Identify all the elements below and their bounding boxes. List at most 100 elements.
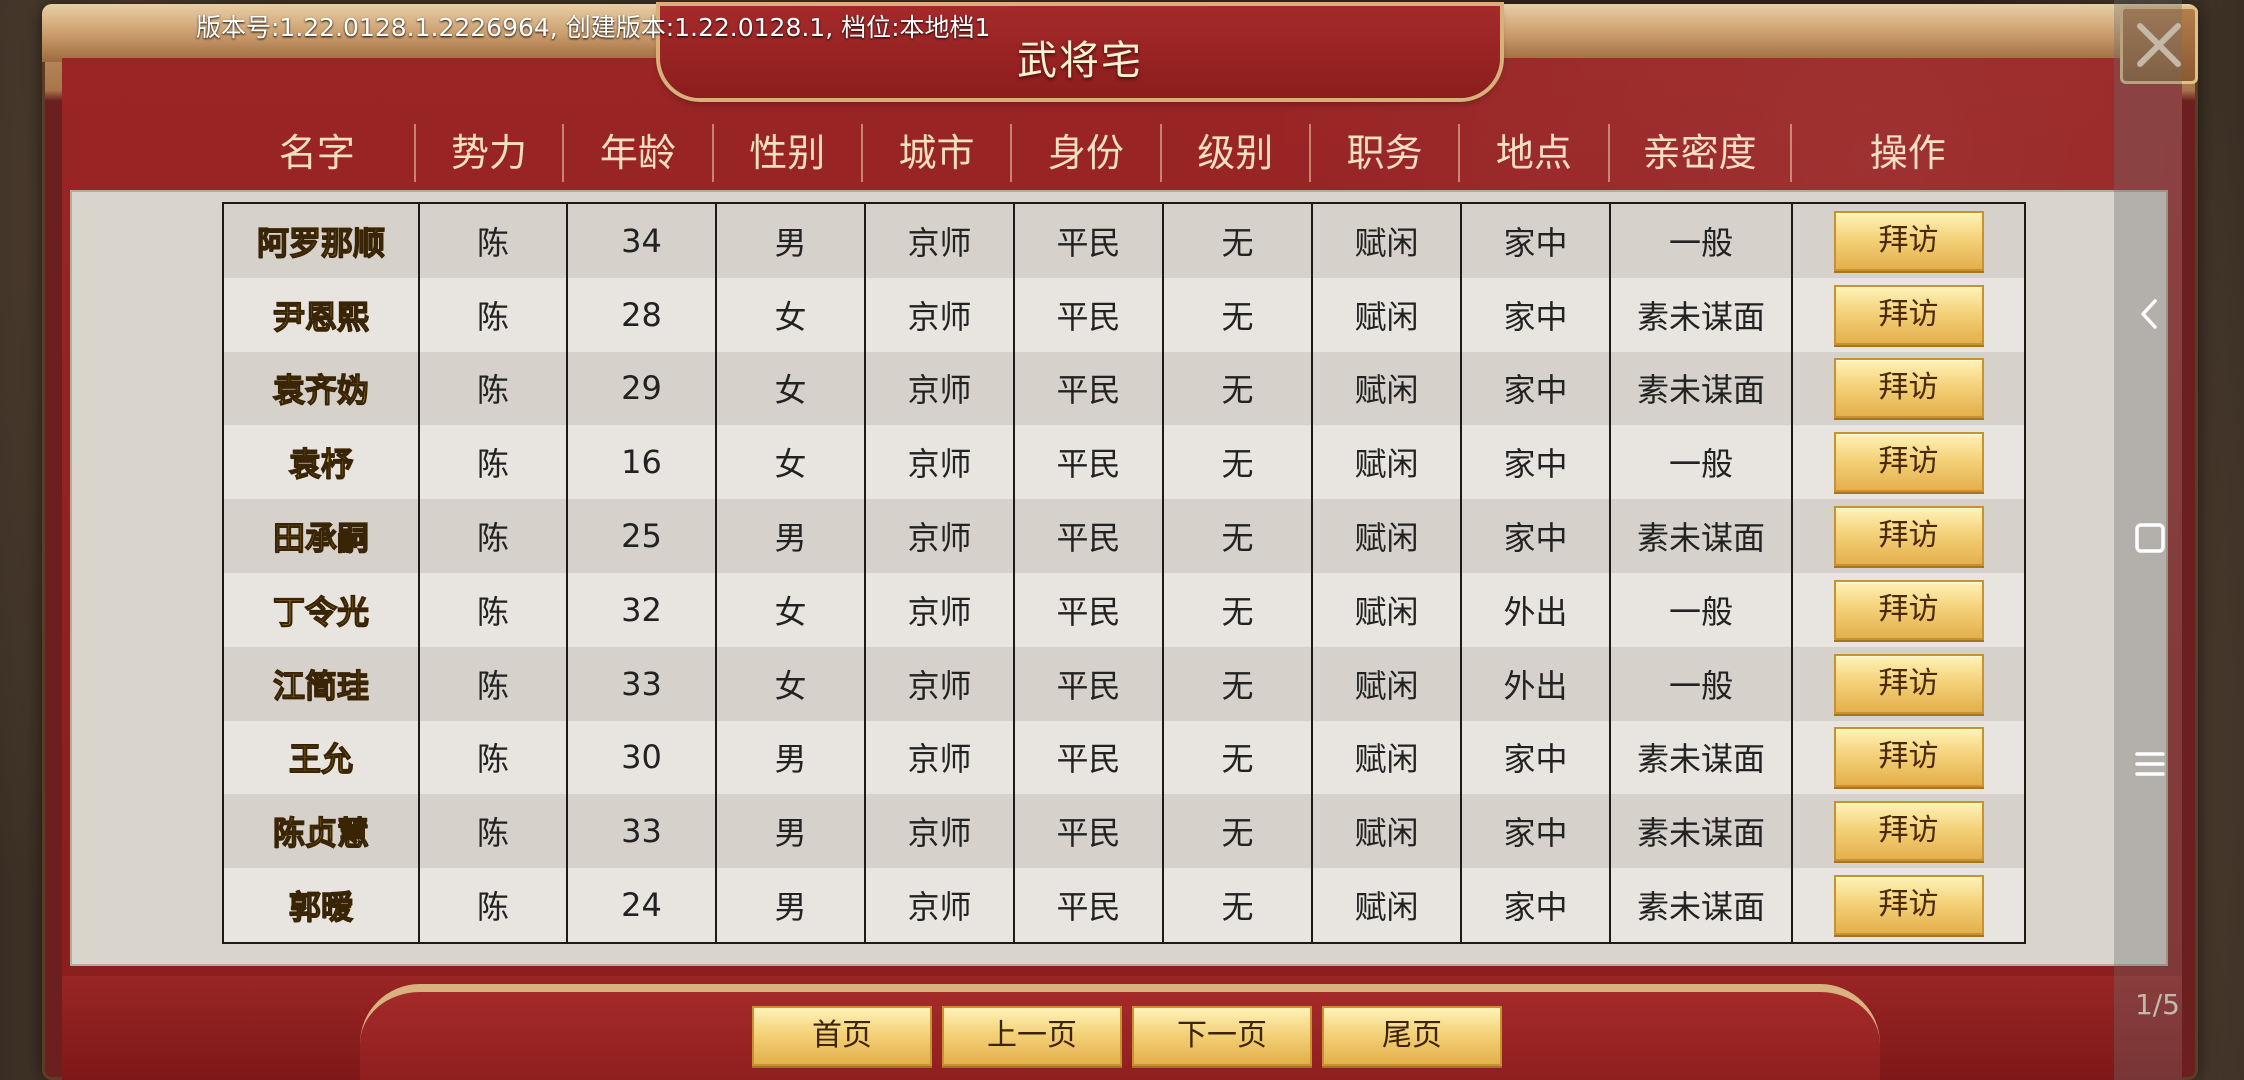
cell-location: 家中: [1460, 794, 1611, 869]
visit-button[interactable]: 拜访: [1833, 210, 1984, 271]
cell-faction: 陈: [418, 203, 568, 278]
cell-intimacy: 一般: [1609, 646, 1793, 721]
general-name: 丁令光: [272, 592, 369, 631]
last-page-button[interactable]: 尾页: [1322, 1006, 1502, 1066]
first-page-button[interactable]: 首页: [752, 1006, 932, 1066]
cell-gender: 男: [715, 794, 866, 869]
cell-faction: 陈: [418, 720, 568, 795]
next-page-button[interactable]: 下一页: [1132, 1006, 1312, 1066]
cell-age: 33: [566, 646, 717, 721]
table-row: 郭暧 陈 24 男京师 平民无赋闲 家中 素未谋面 拜访: [222, 868, 2026, 943]
cell-name: 尹恩熙: [222, 277, 420, 352]
cell-action: 拜访: [1791, 277, 2026, 352]
cell-gender: 女: [715, 425, 866, 500]
visit-button[interactable]: 拜访: [1833, 284, 1984, 345]
cell-intimacy: 素未谋面: [1609, 351, 1793, 426]
visit-button[interactable]: 拜访: [1833, 653, 1984, 714]
column-header-name: 名字: [220, 124, 416, 182]
square-icon: [2135, 523, 2165, 553]
table-row: 丁令光 陈 32 女京师 平民无赋闲 外出 一般 拜访: [222, 572, 2026, 647]
column-header-rank: 级别: [1162, 124, 1311, 182]
cell-gender: 女: [715, 646, 866, 721]
column-header-age: 年龄: [564, 124, 714, 182]
cell-rank: 无: [1162, 646, 1313, 721]
cell-city: 京师: [864, 425, 1015, 500]
column-header-job: 职务: [1311, 124, 1461, 182]
general-name: 袁齐妫: [272, 371, 369, 410]
cell-faction: 陈: [418, 277, 568, 352]
general-name: 阿罗那顺: [256, 223, 385, 262]
general-name: 郭暧: [288, 887, 353, 927]
cell-location: 家中: [1460, 720, 1611, 795]
visit-button[interactable]: 拜访: [1833, 358, 1984, 419]
visit-button[interactable]: 拜访: [1833, 801, 1984, 862]
cell-action: 拜访: [1791, 646, 2026, 721]
cell-name: 陈贞慧: [222, 794, 420, 869]
cell-city: 京师: [864, 720, 1015, 795]
cell-action: 拜访: [1791, 351, 2026, 426]
game-screen: 版本号:1.22.0128.1.2226964, 创建版本:1.22.0128.…: [0, 0, 2244, 1080]
cell-location: 家中: [1460, 203, 1611, 278]
cell-location: 家中: [1460, 499, 1611, 573]
cell-rank: 无: [1162, 277, 1313, 352]
visit-button[interactable]: 拜访: [1833, 579, 1984, 640]
cell-status: 平民: [1013, 646, 1164, 721]
cell-job: 赋闲: [1311, 868, 1462, 943]
column-header-status: 身份: [1012, 124, 1162, 182]
cell-rank: 无: [1162, 351, 1313, 426]
cell-city: 京师: [864, 277, 1015, 352]
column-header-action: 操作: [1869, 131, 1946, 175]
cell-action: 拜访: [1791, 572, 2026, 647]
cell-gender: 男: [715, 203, 866, 278]
cell-city: 京师: [864, 203, 1015, 278]
cell-action: 拜访: [1791, 794, 2026, 869]
table-header: 名字 势力 年龄 性别 城市 身份 级别 职务 地点 亲密度 操作: [220, 124, 2024, 182]
cell-rank: 无: [1162, 499, 1313, 573]
cell-faction: 陈: [418, 572, 568, 647]
cell-location: 家中: [1460, 277, 1611, 352]
cell-age: 34: [566, 203, 717, 278]
cell-rank: 无: [1162, 425, 1313, 500]
visit-button[interactable]: 拜访: [1833, 875, 1984, 936]
table-row: 袁齐妫 陈 29 女京师 平民无赋闲 家中 素未谋面 拜访: [222, 351, 2026, 426]
cell-faction: 陈: [418, 499, 568, 573]
cell-name: 田承嗣: [222, 499, 420, 573]
cell-gender: 女: [715, 351, 866, 426]
table-row: 阿罗那顺陈 34 男京师 平民无赋闲 家中 一般 拜访: [222, 203, 2026, 278]
cell-faction: 陈: [418, 646, 568, 721]
column-header-intimacy: 亲密度: [1610, 124, 1792, 182]
pagination: 首页 上一页 下一页 尾页: [752, 1006, 1502, 1066]
cell-action: 拜访: [1791, 425, 2026, 500]
cell-job: 赋闲: [1311, 794, 1462, 869]
cell-age: 32: [566, 572, 717, 647]
general-name: 王允: [288, 740, 353, 779]
cell-age: 28: [566, 277, 717, 352]
cell-name: 郭暧: [222, 868, 420, 943]
nav-menu-button[interactable]: [2128, 742, 2172, 786]
table-row: 王允 陈 30 男京师 平民无赋闲 家中 素未谋面 拜访: [222, 720, 2026, 795]
cell-job: 赋闲: [1311, 277, 1462, 352]
visit-button[interactable]: 拜访: [1833, 432, 1984, 493]
cell-job: 赋闲: [1311, 720, 1462, 795]
cell-name: 王允: [222, 720, 420, 795]
cell-gender: 女: [715, 572, 866, 647]
cell-location: 外出: [1460, 646, 1611, 721]
nav-home-button[interactable]: [2128, 516, 2172, 560]
table-body: 阿罗那顺陈 34 男京师 平民无赋闲 家中 一般 拜访 尹恩熙陈 28 女京师 平民无赋闲 家中 素未谋…: [222, 203, 2026, 943]
cell-intimacy: 一般: [1609, 203, 1793, 278]
table-row: 江简珪 陈 33 女京师 平民无赋闲 外出 一般 拜访: [222, 646, 2026, 721]
cell-name: 江简珪: [222, 646, 420, 721]
cell-rank: 无: [1162, 572, 1313, 647]
cell-rank: 无: [1162, 868, 1313, 943]
cell-status: 平民: [1013, 203, 1164, 278]
visit-button[interactable]: 拜访: [1833, 727, 1984, 788]
cell-intimacy: 素未谋面: [1609, 868, 1793, 943]
visit-button[interactable]: 拜访: [1833, 506, 1984, 567]
cell-gender: 男: [715, 868, 866, 943]
cell-rank: 无: [1162, 720, 1313, 795]
cell-rank: 无: [1162, 794, 1313, 869]
prev-page-button[interactable]: 上一页: [942, 1006, 1122, 1066]
nav-back-button[interactable]: [2128, 292, 2172, 336]
cell-job: 赋闲: [1311, 203, 1462, 278]
table-row: 田承嗣 陈 25 男京师 平民无赋闲 家中 素未谋面 拜访: [222, 499, 2026, 573]
